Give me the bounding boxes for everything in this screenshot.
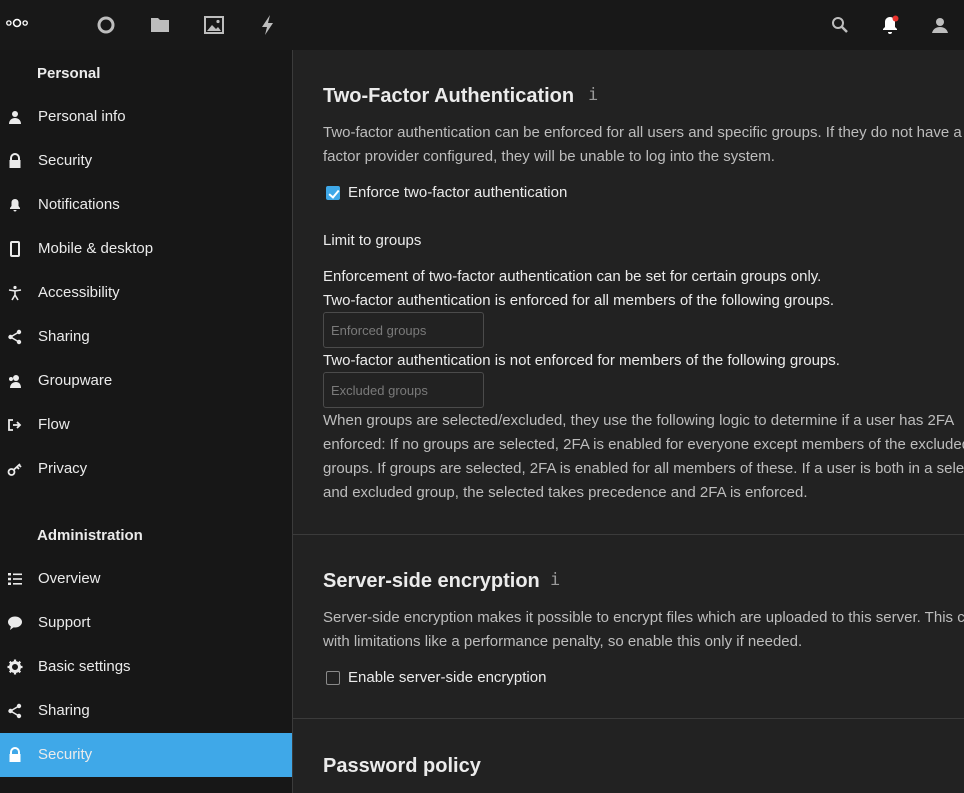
- enforced-groups-input[interactable]: [323, 312, 484, 348]
- nextcloud-logo[interactable]: [5, 11, 67, 39]
- info-icon[interactable]: i: [588, 85, 598, 105]
- logic-line2: enforced: If no groups are selected, 2FA…: [323, 436, 964, 453]
- sidebar-item-label: Privacy: [38, 460, 88, 477]
- info-icon[interactable]: i: [550, 570, 560, 590]
- sidebar-item-admin-sharing[interactable]: Sharing: [0, 689, 292, 733]
- sidebar-item-label: Mobile & desktop: [38, 240, 154, 257]
- sidebar-item-personal-info[interactable]: Personal info: [0, 95, 292, 139]
- sidebar-item-mobile-desktop[interactable]: Mobile & desktop: [0, 227, 292, 271]
- settings-sidebar: Personal Personal info Security Notifica…: [0, 50, 292, 793]
- personal-section-title: Personal: [37, 65, 101, 82]
- sidebar-item-label: Security: [38, 746, 93, 763]
- bell-icon: [7, 197, 23, 213]
- sidebar-item-flow[interactable]: Flow: [0, 403, 292, 447]
- user-icon[interactable]: [928, 13, 952, 37]
- sidebar-item-label: Accessibility: [38, 284, 120, 301]
- sidebar-item-label: Sharing: [38, 702, 90, 719]
- photos-icon[interactable]: [202, 13, 226, 37]
- search-icon[interactable]: [828, 13, 852, 37]
- section-divider: [293, 718, 964, 719]
- sidebar-item-label: Notifications: [38, 196, 120, 213]
- settings-content: Two-Factor Authentication i Two-factor a…: [293, 50, 964, 793]
- flow-icon: [7, 417, 23, 433]
- excluded-line: Two-factor authentication is not enforce…: [323, 352, 840, 369]
- sidebar-item-label: Sharing: [38, 328, 90, 345]
- encryption-title: Server-side encryption: [323, 570, 540, 592]
- accessibility-icon: [7, 285, 23, 301]
- share-icon: [7, 329, 23, 345]
- files-icon[interactable]: [148, 13, 172, 37]
- key-icon: [7, 461, 23, 477]
- sidebar-item-label: Security: [38, 152, 93, 169]
- groupware-icon: [7, 373, 23, 389]
- lock-icon: [7, 747, 23, 763]
- share-icon: [7, 703, 23, 719]
- enable-encryption-label[interactable]: Enable server-side encryption: [348, 669, 546, 686]
- sidebar-item-notifications[interactable]: Notifications: [0, 183, 292, 227]
- excluded-groups-input[interactable]: [323, 372, 484, 408]
- notifications-icon[interactable]: [878, 13, 902, 37]
- user-icon: [7, 109, 23, 125]
- sidebar-item-support[interactable]: Support: [0, 601, 292, 645]
- sidebar-item-label: Personal info: [38, 108, 126, 125]
- top-header: [0, 0, 964, 50]
- sidebar-item-basic-settings[interactable]: Basic settings: [0, 645, 292, 689]
- sidebar-item-label: Flow: [38, 416, 70, 433]
- enable-encryption-checkbox[interactable]: [326, 671, 340, 685]
- list-icon: [7, 571, 23, 587]
- sidebar-item-label: Overview: [38, 570, 101, 587]
- sidebar-item-label: Support: [38, 614, 91, 631]
- sidebar-item-admin-security[interactable]: Security: [0, 733, 292, 777]
- sidebar-item-security[interactable]: Security: [0, 139, 292, 183]
- sidebar-item-label: Groupware: [38, 372, 113, 389]
- enforce-2fa-checkbox[interactable]: [326, 186, 340, 200]
- encryption-description-line1: Server-side encryption makes it possible…: [323, 609, 964, 626]
- logic-line3: groups. If groups are selected, 2FA is e…: [323, 460, 964, 477]
- logic-line4: and excluded group, the selected takes p…: [323, 484, 808, 501]
- dashboard-icon[interactable]: [94, 13, 118, 37]
- twofa-description-line2: factor provider configured, they will be…: [323, 148, 775, 165]
- activity-icon[interactable]: [256, 13, 280, 37]
- section-divider: [293, 534, 964, 535]
- sidebar-item-groupware[interactable]: Groupware: [0, 359, 292, 403]
- sidebar-item-privacy[interactable]: Privacy: [0, 447, 292, 491]
- encryption-description-line2: with limitations like a performance pena…: [323, 633, 803, 650]
- enforce-2fa-label[interactable]: Enforce two-factor authentication: [348, 184, 567, 201]
- twofa-description-line1: Two-factor authentication can be enforce…: [323, 124, 962, 141]
- sidebar-item-label: Basic settings: [38, 658, 131, 675]
- logic-line1: When groups are selected/excluded, they …: [323, 412, 955, 429]
- sidebar-item-sharing[interactable]: Sharing: [0, 315, 292, 359]
- gear-icon: [7, 659, 23, 675]
- password-policy-title: Password policy: [323, 755, 481, 777]
- limit-line1: Enforcement of two-factor authentication…: [323, 268, 822, 285]
- sidebar-item-accessibility[interactable]: Accessibility: [0, 271, 292, 315]
- sidebar-item-overview[interactable]: Overview: [0, 557, 292, 601]
- twofa-title: Two-Factor Authentication: [323, 85, 575, 107]
- lock-icon: [7, 153, 23, 169]
- phone-icon: [7, 241, 23, 257]
- support-icon: [7, 615, 23, 631]
- limit-line2: Two-factor authentication is enforced fo…: [323, 292, 835, 309]
- administration-section-title: Administration: [37, 527, 143, 544]
- limit-groups-title: Limit to groups: [323, 232, 422, 249]
